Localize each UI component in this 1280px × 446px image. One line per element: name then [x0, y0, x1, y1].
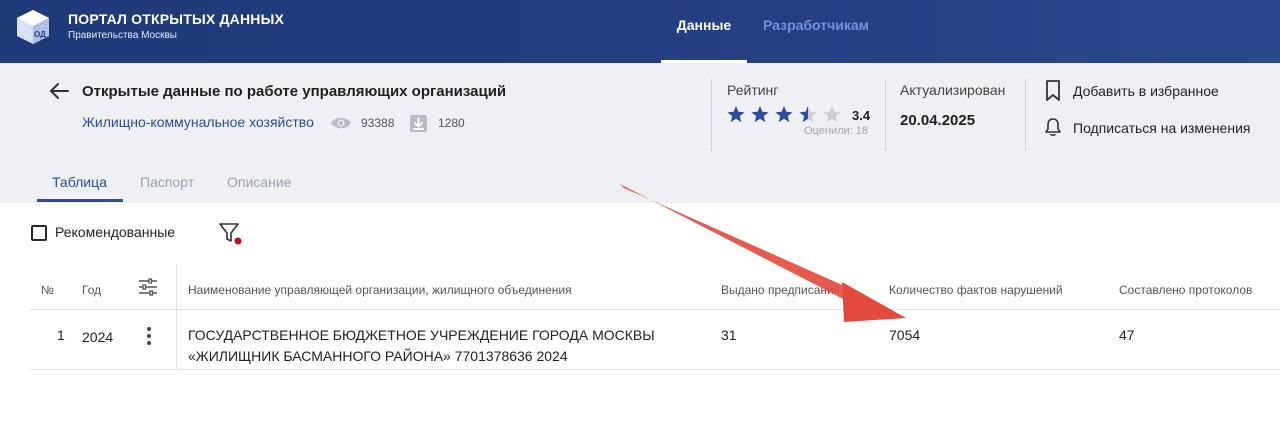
column-header-name[interactable]: Наименование управляющей организации, жи…	[188, 283, 572, 297]
bookmark-icon[interactable]	[1045, 80, 1061, 102]
cell-name: ГОСУДАРСТВЕННОЕ БЮДЖЕТНОЕ УЧРЕЖДЕНИЕ ГОР…	[188, 325, 688, 367]
cell-protocols: 47	[1119, 327, 1135, 343]
divider	[711, 79, 712, 151]
nav-item-data[interactable]: Данные	[661, 0, 747, 63]
column-header-year[interactable]: Год	[82, 283, 101, 297]
downloads-count: 1280	[438, 116, 465, 130]
recommended-label[interactable]: Рекомендованные	[55, 224, 175, 240]
column-settings-icon[interactable]	[138, 278, 158, 296]
cell-year: 2024	[82, 329, 114, 345]
cell-issued: 31	[721, 327, 737, 343]
download-icon	[410, 115, 427, 132]
column-divider	[176, 265, 177, 369]
star-icon-5[interactable]	[823, 106, 841, 123]
column-header-num: №	[41, 283, 54, 297]
star-icon-4[interactable]	[799, 106, 817, 123]
row-divider	[30, 309, 1280, 310]
back-arrow-icon[interactable]	[48, 80, 70, 102]
portal-title[interactable]: ПОРТАЛ ОТКРЫТЫХ ДАННЫХ	[68, 11, 284, 27]
add-to-favorites-button[interactable]: Добавить в избранное	[1073, 83, 1219, 99]
recommended-checkbox[interactable]	[31, 225, 47, 241]
column-header-protocols[interactable]: Составлено протоколов	[1119, 283, 1252, 297]
filter-icon[interactable]	[219, 222, 243, 246]
portal-logo-icon[interactable]: ОД	[16, 9, 50, 45]
rating-label: Рейтинг	[727, 82, 779, 98]
row-menu-icon[interactable]	[146, 326, 152, 346]
views-count: 93388	[361, 116, 395, 130]
logo-text: ОД	[34, 30, 46, 39]
star-icon-3[interactable]	[775, 106, 793, 123]
divider	[1025, 79, 1026, 151]
tab-table[interactable]: Таблица	[52, 174, 107, 190]
nav-item-developers[interactable]: Разработчикам	[763, 17, 869, 33]
cell-name-line2: «ЖИЛИЩНИК БАСМАННОГО РАЙОНА» 7701378636 …	[188, 348, 568, 364]
star-icon-2[interactable]	[751, 106, 769, 123]
subscribe-button[interactable]: Подписаться на изменения	[1073, 120, 1250, 136]
tab-passport[interactable]: Паспорт	[140, 174, 194, 190]
cell-num: 1	[57, 327, 65, 343]
divider	[885, 79, 886, 151]
active-tab-indicator	[37, 199, 123, 202]
dataset-title: Открытые данные по работе управляющих ор…	[82, 83, 507, 100]
bell-icon[interactable]	[1044, 117, 1062, 137]
cell-facts: 7054	[889, 327, 921, 343]
eye-icon	[331, 117, 351, 129]
column-header-issued[interactable]: Выдано предписаний	[721, 283, 839, 297]
rating-stars[interactable]	[727, 105, 847, 125]
rating-value: 3.4	[852, 108, 871, 123]
dataset-category-link[interactable]: Жилищно-коммунальное хозяйство	[82, 114, 314, 130]
row-divider	[30, 369, 1280, 370]
tab-description[interactable]: Описание	[227, 174, 291, 190]
cell-name-line1: ГОСУДАРСТВЕННОЕ БЮДЖЕТНОЕ УЧРЕЖДЕНИЕ ГОР…	[188, 327, 655, 343]
top-navigation-bar: ОД ПОРТАЛ ОТКРЫТЫХ ДАННЫХ Правительства …	[0, 0, 1280, 63]
actualized-date: 20.04.2025	[900, 112, 976, 129]
portal-subtitle: Правительства Москвы	[68, 30, 177, 41]
column-header-facts[interactable]: Количество фактов нарушений	[889, 283, 1063, 297]
actualized-label: Актуализирован	[900, 82, 1006, 98]
rated-count: Оценили: 18	[804, 125, 868, 137]
star-icon-1[interactable]	[727, 106, 745, 123]
